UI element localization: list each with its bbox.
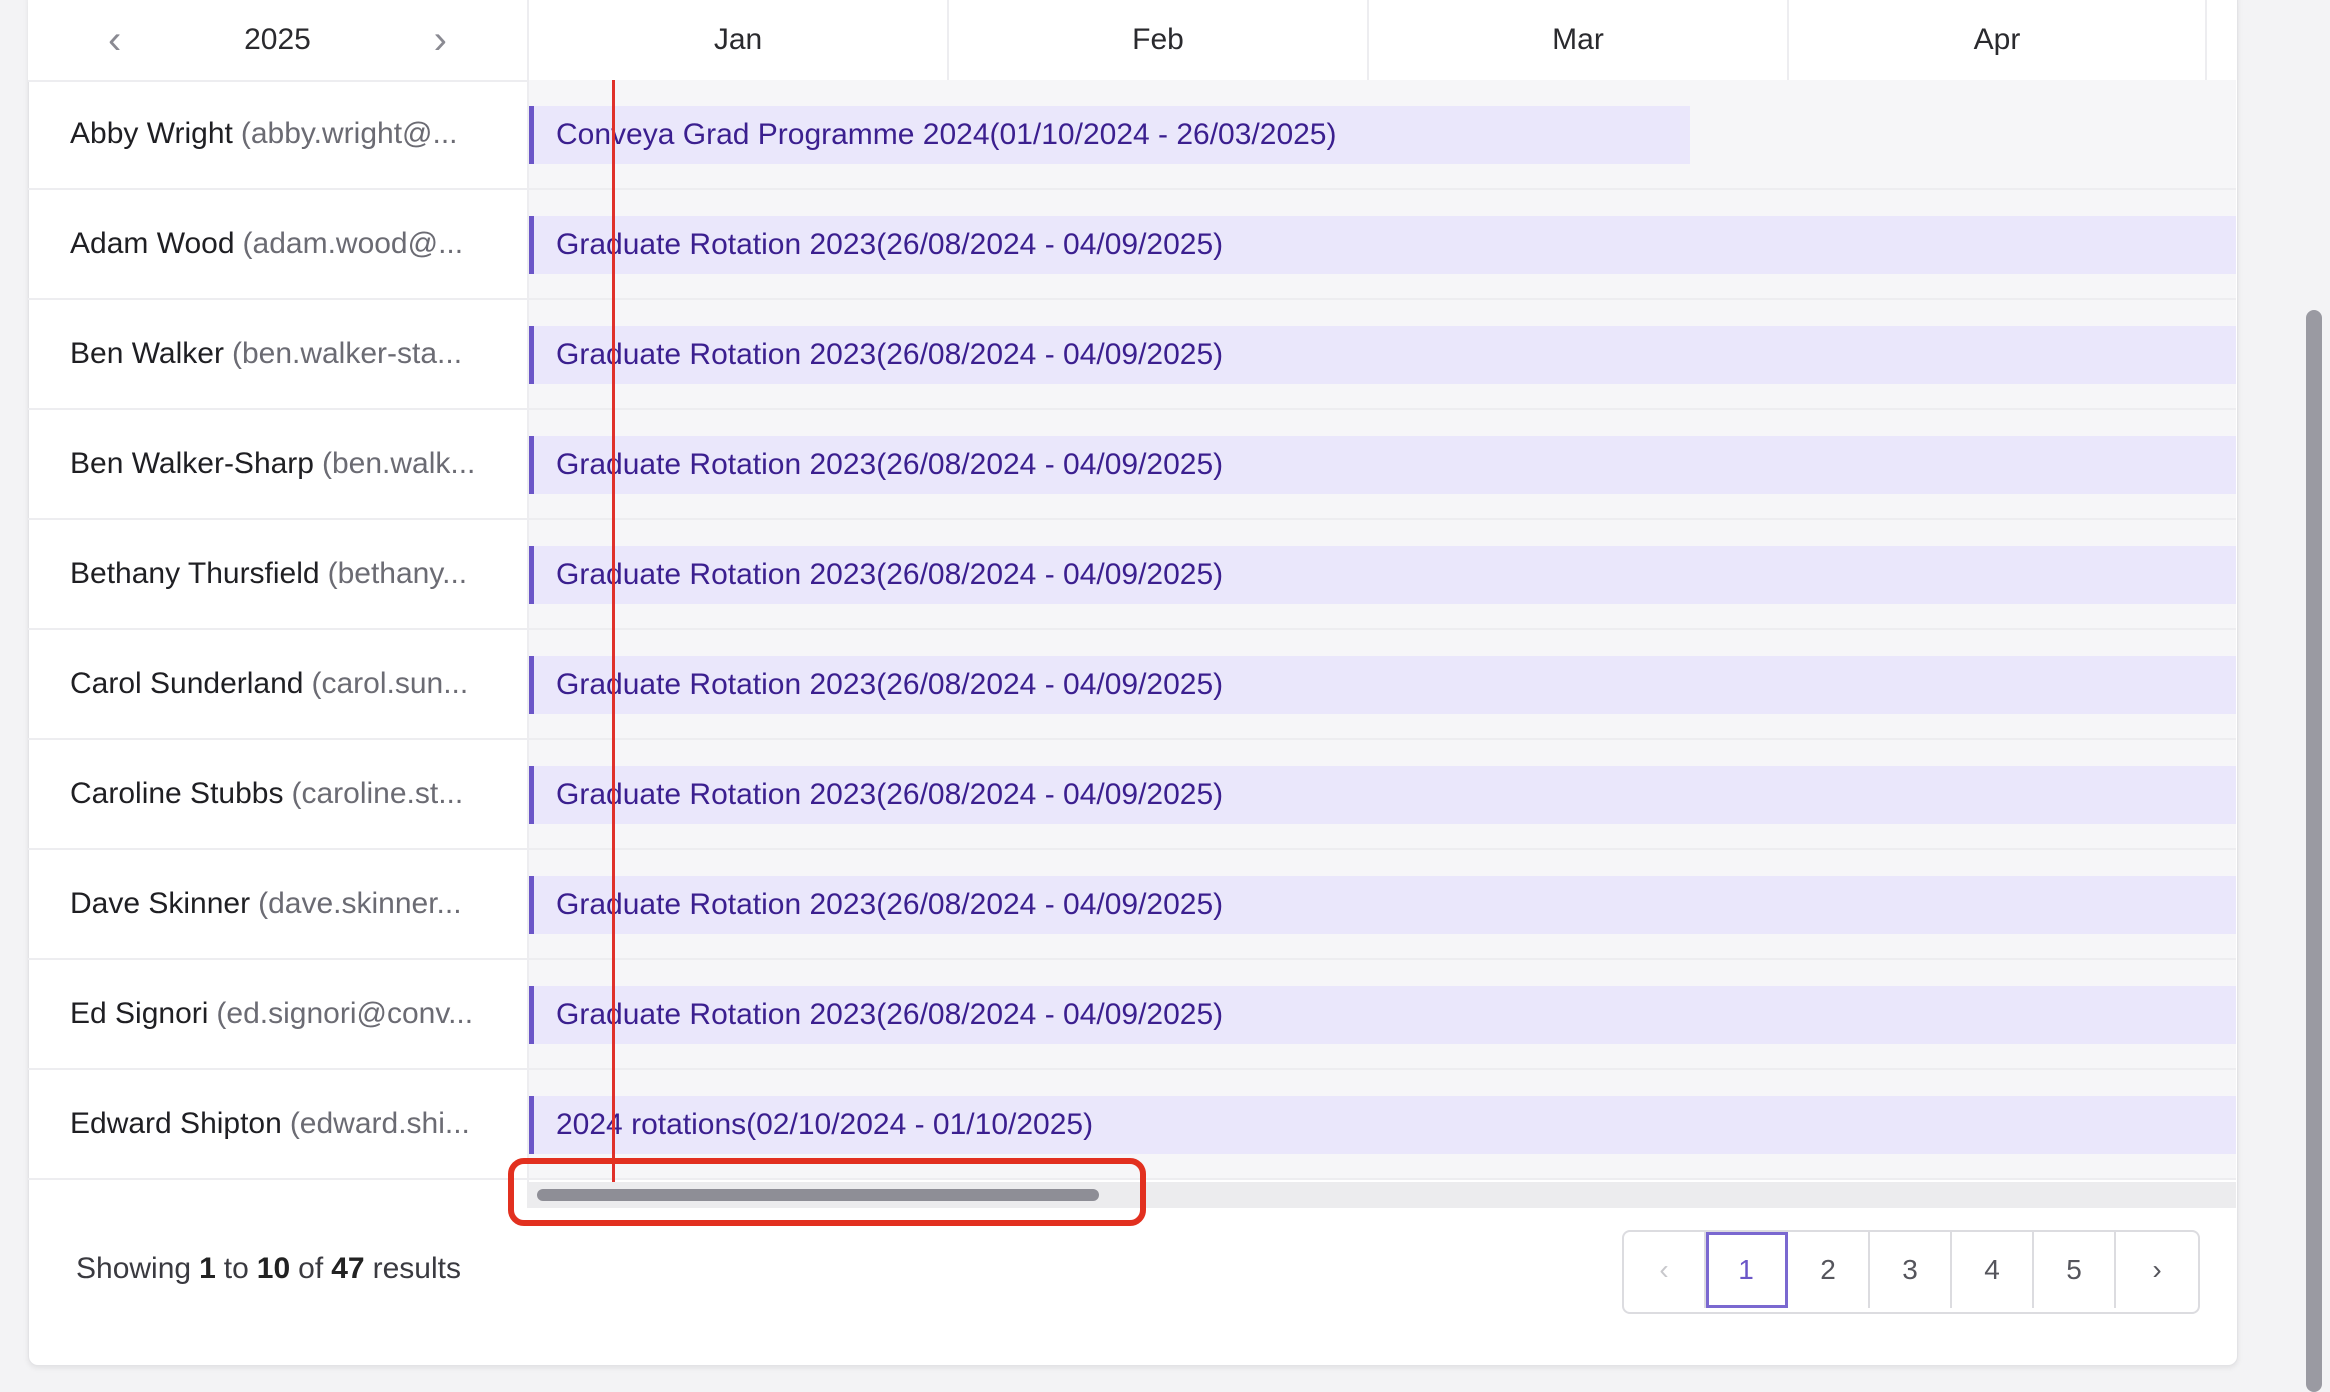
results-of-word: of bbox=[298, 1252, 324, 1285]
member-email: (carol.sun... bbox=[311, 667, 469, 700]
member-name: Adam Wood bbox=[70, 227, 235, 260]
pagination-page-5[interactable]: 5 bbox=[2034, 1232, 2116, 1308]
pagination-page-2[interactable]: 2 bbox=[1788, 1232, 1870, 1308]
member-name: Ed Signori bbox=[70, 997, 209, 1030]
assignment-bar[interactable]: Conveya Grad Programme 2024(01/10/2024 -… bbox=[527, 106, 1690, 164]
member-email: (ben.walker-sta... bbox=[231, 337, 463, 370]
member-email: (abby.wright@... bbox=[240, 117, 458, 150]
table-row: Carol Sunderland (carol.sun... Graduate Ro… bbox=[28, 630, 2236, 740]
member-name: Bethany Thursfield bbox=[70, 557, 320, 590]
pagination-page-3[interactable]: 3 bbox=[1870, 1232, 1952, 1308]
assignment-bar[interactable]: Graduate Rotation 2023(26/08/2024 - 04/0… bbox=[527, 766, 2236, 824]
year-label: 2025 bbox=[244, 23, 311, 56]
member-email: (bethany... bbox=[327, 557, 468, 590]
results-prefix: Showing bbox=[76, 1252, 192, 1285]
assignment-bar[interactable]: Graduate Rotation 2023(26/08/2024 - 04/0… bbox=[527, 216, 2236, 274]
member-cell[interactable]: Adam Wood (adam.wood@... bbox=[70, 190, 510, 298]
member-cell[interactable]: Ben Walker-Sharp (ben.walk... bbox=[70, 410, 510, 518]
table-row: Ed Signori (ed.signori@conv... Graduate Ro… bbox=[28, 960, 2236, 1070]
assignment-bar[interactable]: Graduate Rotation 2023(26/08/2024 - 04/0… bbox=[527, 546, 2236, 604]
pagination-prev-button[interactable]: ‹ bbox=[1624, 1232, 1706, 1308]
member-name: Dave Skinner bbox=[70, 887, 251, 920]
results-suffix: results bbox=[372, 1252, 461, 1285]
pagination-next-button[interactable]: › bbox=[2116, 1232, 2198, 1308]
month-header-mar: Mar bbox=[1367, 0, 1787, 80]
member-cell[interactable]: Bethany Thursfield (bethany... bbox=[70, 520, 510, 628]
assignment-bar[interactable]: Graduate Rotation 2023(26/08/2024 - 04/0… bbox=[527, 876, 2236, 934]
member-name: Caroline Stubbs bbox=[70, 777, 284, 810]
member-cell[interactable]: Ben Walker (ben.walker-sta... bbox=[70, 300, 510, 408]
member-email: (caroline.st... bbox=[291, 777, 464, 810]
member-cell[interactable]: Carol Sunderland (carol.sun... bbox=[70, 630, 510, 738]
table-row: Dave Skinner (dave.skinner... Graduate Rot… bbox=[28, 850, 2236, 960]
member-name: Carol Sunderland bbox=[70, 667, 304, 700]
pagination: ‹ 1 2 3 4 5 › bbox=[1622, 1230, 2200, 1314]
results-total: 47 bbox=[331, 1252, 365, 1285]
member-email: (ben.walk... bbox=[321, 447, 476, 480]
member-email: (ed.signori@conv... bbox=[216, 997, 474, 1030]
month-header-feb: Feb bbox=[947, 0, 1367, 80]
assignment-bar[interactable]: Graduate Rotation 2023(26/08/2024 - 04/0… bbox=[527, 656, 2236, 714]
today-marker-line bbox=[612, 80, 615, 1182]
table-row: Bethany Thursfield (bethany... Graduate Ro… bbox=[28, 520, 2236, 630]
pagination-page-4[interactable]: 4 bbox=[1952, 1232, 2034, 1308]
member-email: (dave.skinner... bbox=[258, 887, 462, 920]
scrollbar-highlight-annotation bbox=[508, 1158, 1146, 1226]
member-name: Abby Wright bbox=[70, 117, 233, 150]
results-to: 10 bbox=[256, 1252, 291, 1285]
table-row: Abby Wright (abby.wright@... Conveya Grad … bbox=[28, 80, 2236, 190]
assignment-bar[interactable]: 2024 rotations(02/10/2024 - 01/10/2025) bbox=[527, 1096, 2236, 1154]
chevron-left-icon[interactable]: ‹ bbox=[108, 20, 121, 60]
member-cell[interactable]: Caroline Stubbs (caroline.st... bbox=[70, 740, 510, 848]
results-from: 1 bbox=[199, 1252, 216, 1285]
table-row: Ben Walker (ben.walker-sta... Graduate Rot… bbox=[28, 300, 2236, 410]
table-row: Ben Walker-Sharp (ben.walk... Graduate Rot… bbox=[28, 410, 2236, 520]
member-email: (edward.shi... bbox=[289, 1107, 470, 1140]
assignment-bar[interactable]: Graduate Rotation 2023(26/08/2024 - 04/0… bbox=[527, 436, 2236, 494]
member-name: Ben Walker-Sharp bbox=[70, 447, 314, 480]
month-header-apr: Apr bbox=[1787, 0, 2207, 80]
chevron-right-icon[interactable]: › bbox=[434, 20, 447, 60]
results-to-word: to bbox=[223, 1252, 249, 1285]
year-navigator: ‹ 2025 › bbox=[28, 0, 527, 80]
member-cell[interactable]: Dave Skinner (dave.skinner... bbox=[70, 850, 510, 958]
member-cell[interactable]: Ed Signori (ed.signori@conv... bbox=[70, 960, 510, 1068]
member-cell[interactable]: Abby Wright (abby.wright@... bbox=[70, 80, 510, 188]
column-divider bbox=[527, 80, 529, 1182]
table-row: Caroline Stubbs (caroline.st... Graduate R… bbox=[28, 740, 2236, 850]
table-row: Adam Wood (adam.wood@... Graduate Rotation… bbox=[28, 190, 2236, 300]
assignment-bar[interactable]: Graduate Rotation 2023(26/08/2024 - 04/0… bbox=[527, 326, 2236, 384]
assignment-bar[interactable]: Graduate Rotation 2023(26/08/2024 - 04/0… bbox=[527, 986, 2236, 1044]
results-summary: Showing 1 to 10 of 47 results bbox=[76, 1245, 461, 1293]
vertical-scrollbar-thumb[interactable] bbox=[2306, 310, 2322, 1392]
month-header-jan: Jan bbox=[527, 0, 947, 80]
member-name: Edward Shipton bbox=[70, 1107, 282, 1140]
member-email: (adam.wood@... bbox=[242, 227, 464, 260]
member-name: Ben Walker bbox=[70, 337, 224, 370]
pagination-page-1[interactable]: 1 bbox=[1706, 1232, 1788, 1308]
member-cell[interactable]: Edward Shipton (edward.shi... bbox=[70, 1070, 510, 1178]
